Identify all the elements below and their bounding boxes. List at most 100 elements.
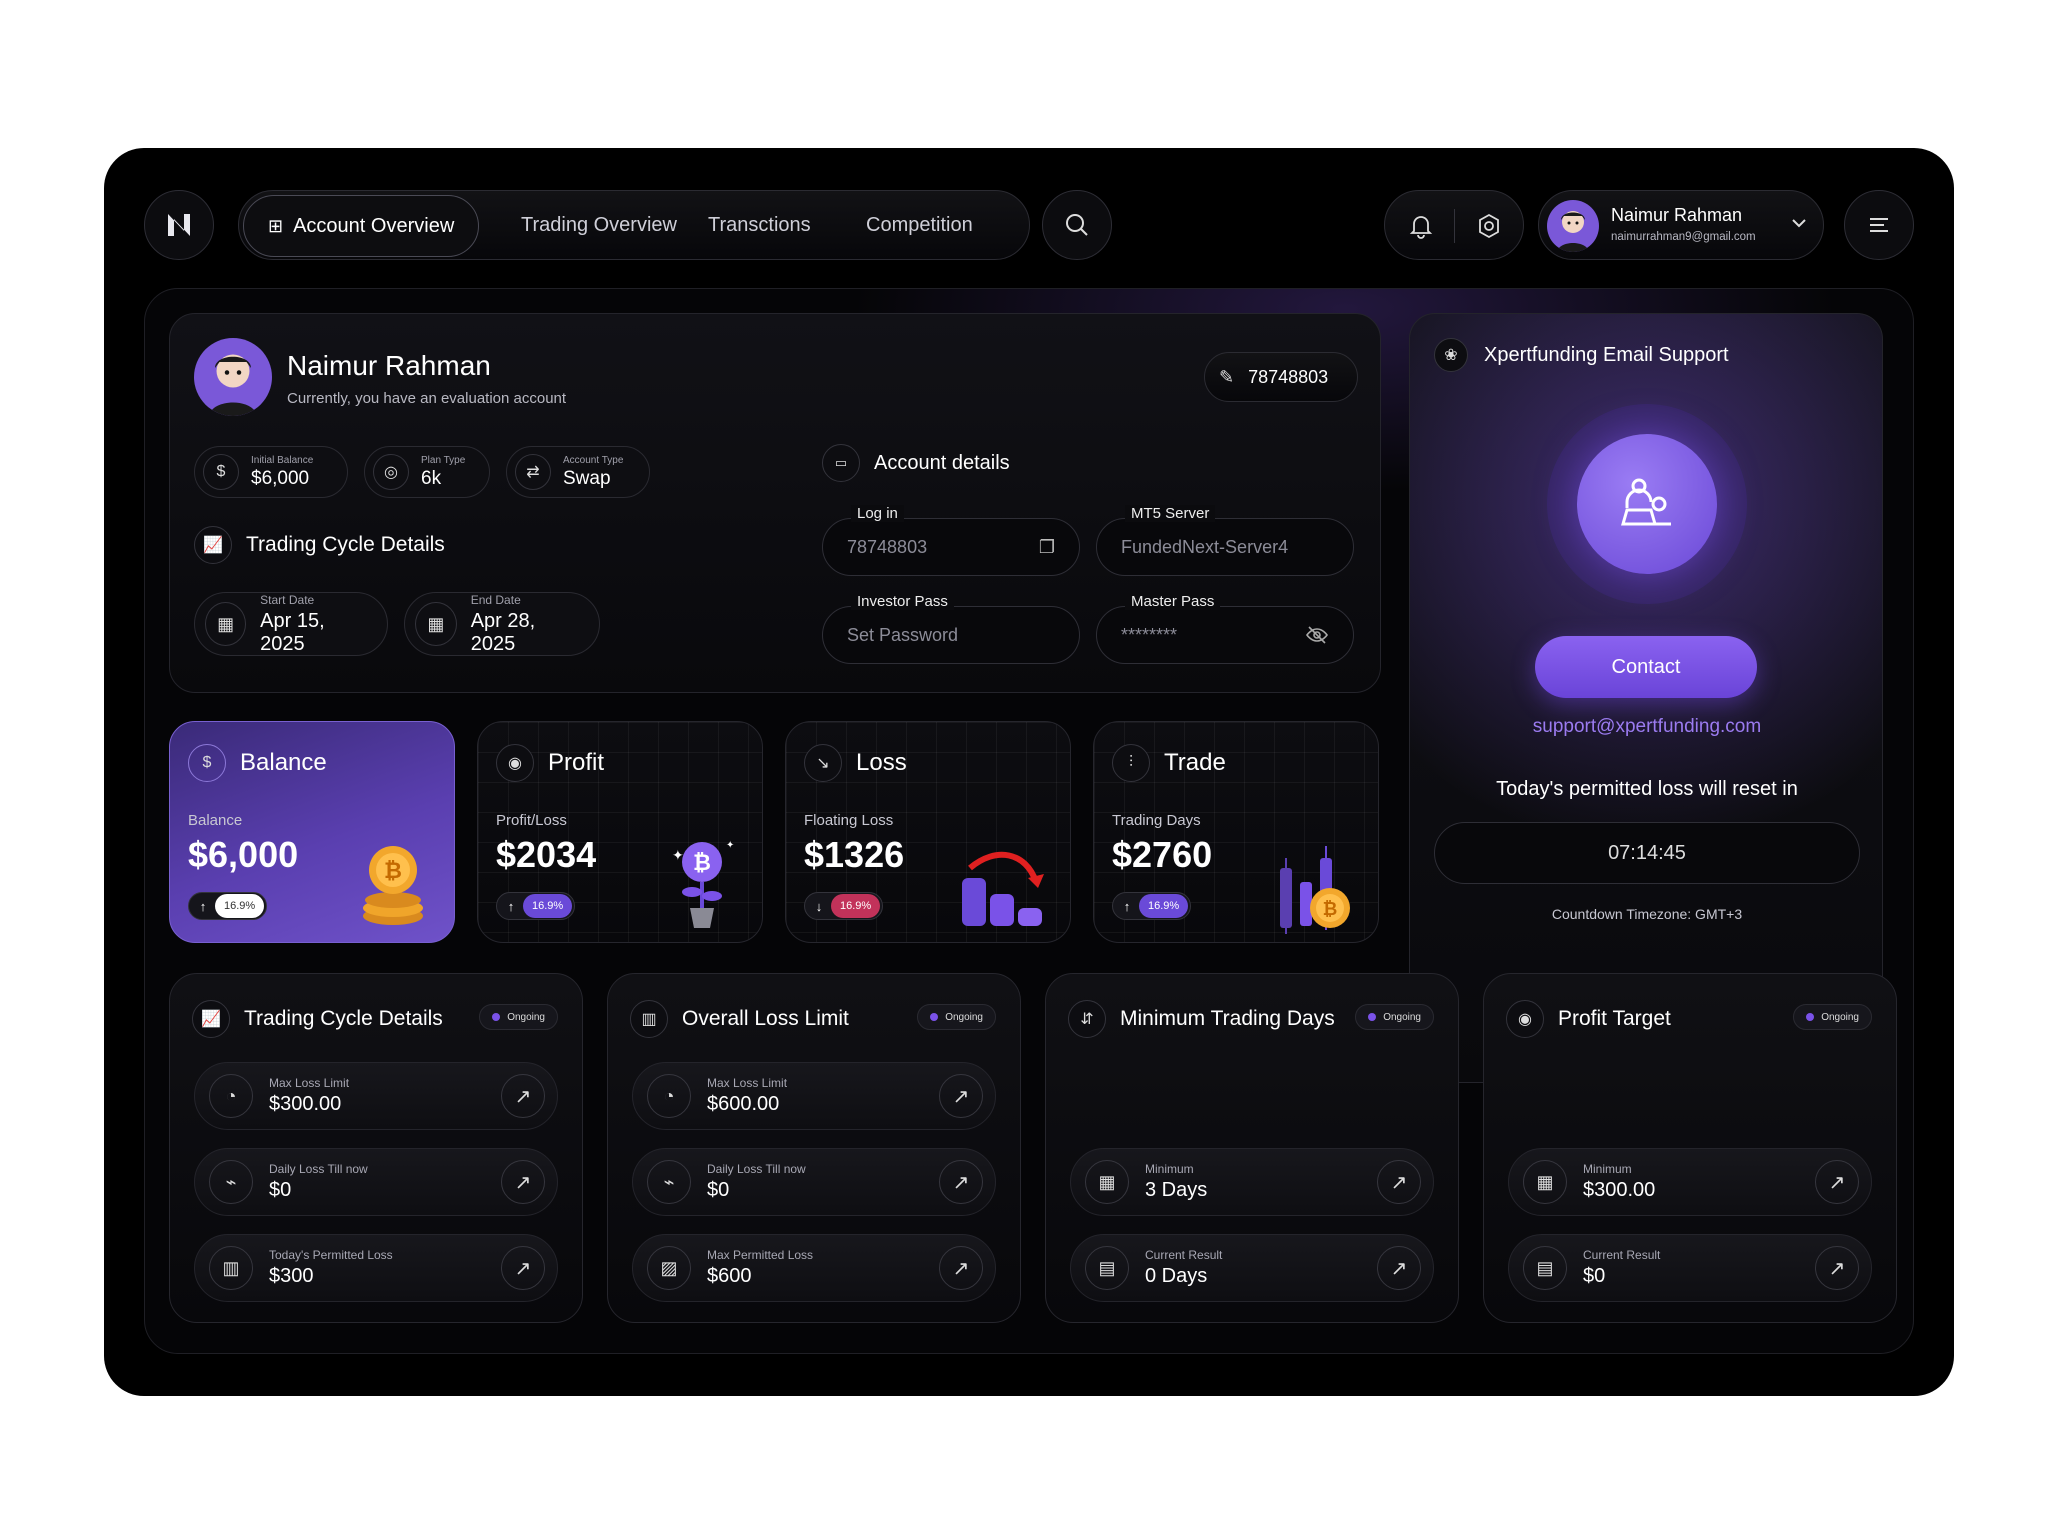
- graph-icon: ⌁: [209, 1160, 253, 1204]
- main-nav: ⊞ Account Overview Trading Overview Tran…: [238, 190, 1030, 260]
- settings-button[interactable]: [1471, 208, 1507, 244]
- swap-icon: ⇄: [515, 454, 551, 490]
- calendar-icon: ▦: [415, 602, 457, 646]
- change-badge: ↑ 16.9%: [1112, 892, 1192, 920]
- svg-text:₿: ₿: [693, 850, 711, 875]
- grid-icon: ⊞: [268, 215, 284, 236]
- avatar: [1547, 200, 1599, 252]
- change-badge: ↓ 16.9%: [804, 892, 884, 920]
- overall-loss-card: ▥ Overall Loss Limit Ongoing ◔ Max Loss Li…: [607, 973, 1021, 1323]
- change-badge: ↑ 16.9%: [188, 892, 268, 920]
- login-field[interactable]: Log in 78748803 ❐: [822, 505, 1080, 576]
- start-date-chip: ▦ Start Date Apr 15, 2025: [194, 592, 388, 656]
- menu-button[interactable]: [1844, 190, 1914, 260]
- minimum-trading-days-card: ⇵ Minimum Trading Days Ongoing ▦ Minimum 3 …: [1045, 973, 1459, 1323]
- notification-button[interactable]: [1403, 208, 1439, 244]
- arrow-up-right-icon[interactable]: ↗: [501, 1160, 545, 1204]
- status-badge: Ongoing: [479, 1004, 558, 1030]
- avatar-icon: [1557, 211, 1589, 252]
- account-type-chip: ⇄ Account Type Swap: [506, 446, 650, 498]
- calendar-icon: ▦: [205, 602, 247, 646]
- arrow-up-right-icon[interactable]: ↗: [1377, 1160, 1421, 1204]
- support-email-link[interactable]: support@xpertfunding.com: [1410, 716, 1884, 738]
- profit-card: ◉ Profit Profit/Loss $2034 ↑ 16.9% ₿ ✦ ✦: [477, 721, 763, 943]
- tab-trading-overview[interactable]: Trading Overview: [521, 191, 677, 259]
- arrow-up-right-icon[interactable]: ↗: [1377, 1246, 1421, 1290]
- investor-pass-field[interactable]: Investor Pass Set Password: [822, 593, 1080, 664]
- eye-off-icon[interactable]: [1305, 623, 1329, 647]
- status-badge: Ongoing: [1355, 1004, 1434, 1030]
- master-pass-field[interactable]: Master Pass ********: [1096, 593, 1354, 664]
- trade-value: $2760: [1112, 834, 1213, 875]
- arrow-up-right-icon[interactable]: ↗: [939, 1246, 983, 1290]
- status-badge: Ongoing: [1793, 1004, 1872, 1030]
- mt5-server-field[interactable]: MT5 Server FundedNext-Server4: [1096, 505, 1354, 576]
- chart-icon: 📈: [192, 1000, 230, 1038]
- support-heading: ❀ Xpertfunding Email Support: [1434, 338, 1729, 372]
- profile-avatar: [194, 338, 272, 416]
- countdown-timezone: Countdown Timezone: GMT+3: [1551, 906, 1743, 922]
- reset-text: Today's permitted loss will reset in: [1496, 778, 1798, 800]
- chart-box-icon: ▨: [647, 1246, 691, 1290]
- search-button[interactable]: [1042, 190, 1112, 260]
- user-email: naimurrahman9@gmail.com: [1611, 231, 1756, 243]
- svg-text:✦: ✦: [672, 847, 684, 863]
- list-item[interactable]: ▥ Today's Permitted Loss $300 ↗: [194, 1234, 558, 1302]
- candles-coin-icon: ₿: [1280, 846, 1350, 934]
- arrow-up-right-icon[interactable]: ↗: [1815, 1246, 1859, 1290]
- arrow-up-right-icon[interactable]: ↗: [1815, 1160, 1859, 1204]
- coin-stack-icon: ₿: [363, 846, 423, 925]
- divider: [1454, 209, 1455, 243]
- calendar-icon: ▦: [1523, 1160, 1567, 1204]
- list-item[interactable]: ⌁ Daily Loss Till now $0 ↗: [194, 1148, 558, 1216]
- chevron-down-icon: [1789, 213, 1809, 238]
- bell-icon: [1409, 216, 1433, 239]
- support-card: ❀ Xpertfunding Email Support Contact sup…: [1409, 313, 1883, 1083]
- balance-value: $6,000: [188, 834, 299, 875]
- calendar-icon: ▦: [1085, 1160, 1129, 1204]
- trend-down-icon: ↘: [804, 744, 842, 782]
- quick-actions: [1384, 190, 1524, 260]
- calendar-icon: ▤: [1523, 1246, 1567, 1290]
- change-badge: ↑ 16.9%: [496, 892, 576, 920]
- list-item[interactable]: ▦ Minimum $300.00 ↗: [1508, 1148, 1872, 1216]
- list-item[interactable]: ◔ Max Loss Limit $600.00 ↗: [632, 1062, 996, 1130]
- arrow-up-right-icon[interactable]: ↗: [501, 1246, 545, 1290]
- calendar-icon: ▤: [1085, 1246, 1129, 1290]
- list-item[interactable]: ▦ Minimum 3 Days ↗: [1070, 1148, 1434, 1216]
- falling-coins-icon: [962, 851, 1044, 926]
- arrow-up-right-icon[interactable]: ↗: [501, 1074, 545, 1118]
- app-window: ⊞ Account Overview Trading Overview Tran…: [104, 148, 1954, 1396]
- list-item[interactable]: ⌁ Daily Loss Till now $0 ↗: [632, 1148, 996, 1216]
- trade-card: ⫶ Trade Trading Days $2760 ↑ 16.9% ₿: [1093, 721, 1379, 943]
- tab-competition[interactable]: Competition: [866, 191, 973, 259]
- id-card-icon: ▭: [822, 444, 860, 482]
- list-item[interactable]: ◔ Max Loss Limit $300.00 ↗: [194, 1062, 558, 1130]
- svg-text:₿: ₿: [384, 858, 402, 883]
- list-item[interactable]: ▨ Max Permitted Loss $600 ↗: [632, 1234, 996, 1302]
- profit-target-card: ◉ Profit Target Ongoing ▦ Minimum $300.00 ↗ …: [1483, 973, 1897, 1323]
- loss-value: $1326: [804, 834, 905, 875]
- contact-button[interactable]: Contact: [1535, 636, 1757, 698]
- tab-account-overview[interactable]: ⊞ Account Overview: [243, 195, 480, 257]
- profit-value: $2034: [496, 834, 597, 875]
- logo-icon: [168, 214, 190, 236]
- bar-chart-icon: ▥: [209, 1246, 253, 1290]
- balance-card: $ Balance Balance $6,000 ↑ 16.9% ₿: [169, 721, 455, 943]
- user-menu[interactable]: Naimur Rahman naimurrahman9@gmail.com: [1538, 190, 1824, 260]
- end-date-chip: ▦ End Date Apr 28, 2025: [404, 592, 600, 656]
- countdown-timer: 07:14:45: [1434, 822, 1860, 884]
- account-id-badge[interactable]: ✎ 78748803: [1204, 352, 1358, 402]
- logo[interactable]: [144, 190, 214, 260]
- list-item[interactable]: ▤ Current Result 0 Days ↗: [1070, 1234, 1434, 1302]
- arrow-up-right-icon[interactable]: ↗: [939, 1160, 983, 1204]
- arrow-up-right-icon[interactable]: ↗: [939, 1074, 983, 1118]
- route-icon: ⇵: [1068, 1000, 1106, 1038]
- search-icon: [1066, 214, 1088, 236]
- copy-icon[interactable]: ❐: [1039, 537, 1055, 558]
- tab-transactions[interactable]: Transctions: [708, 191, 811, 259]
- hamburger-icon: [1870, 218, 1888, 232]
- user-name: Naimur Rahman: [1611, 205, 1743, 225]
- edit-card-icon: ✎: [1219, 366, 1235, 387]
- list-item[interactable]: ▤ Current Result $0 ↗: [1508, 1234, 1872, 1302]
